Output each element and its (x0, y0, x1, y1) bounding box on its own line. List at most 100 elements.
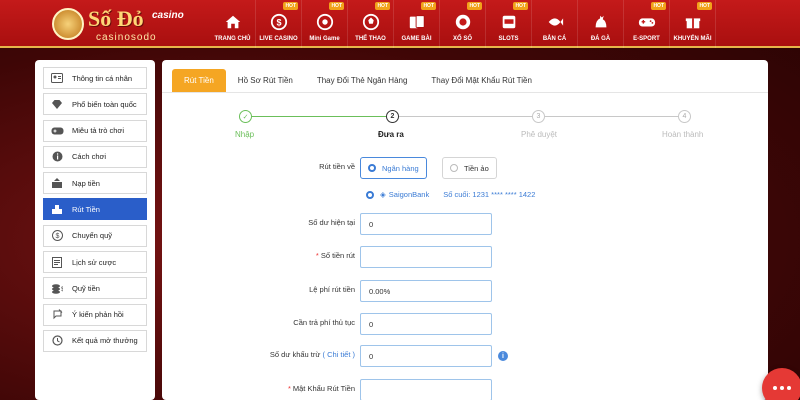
hot-badge: HOT (283, 2, 298, 10)
tab-2[interactable]: Thay Đổi Thẻ Ngân Hàng (305, 69, 420, 92)
sidebar-item-4[interactable]: Nạp tiền (43, 172, 147, 195)
sidebar-item-label: Lịch sử cược (72, 257, 117, 267)
hot-badge: HOT (421, 2, 436, 10)
step-4-dot: 4 (678, 110, 691, 123)
balance-row: Số dư hiện tại 0 (162, 213, 768, 235)
nav-item-9[interactable]: E-SPORT HOT (624, 0, 670, 48)
option-virtual-radio[interactable]: Tiền ảo (442, 157, 497, 179)
account-sidebar: Thông tin cá nhân Phổ biến toàn quốc Miêu … (35, 60, 155, 400)
deduct-label-wrap: Số dư khấu trừ ( Chi tiết ) (270, 350, 355, 359)
sidebar-item-2[interactable]: Miêu tả trò chơi (43, 119, 147, 142)
history-icon (50, 335, 64, 347)
tab-3[interactable]: Thay Đổi Mật Khẩu Rút Tiền (419, 69, 544, 92)
document-list-icon (50, 256, 64, 268)
nav-item-0[interactable]: TRANG CHỦ (210, 0, 256, 48)
bank-account-option[interactable]: ◈ SaigonBank Số cuối: 1231 **** **** 142… (366, 190, 535, 199)
nav-item-label: KHUYẾN MÃI (673, 36, 712, 42)
sidebar-item-5[interactable]: Rút Tiền (43, 198, 147, 221)
brand-subtitle: casinosodo (96, 32, 157, 43)
info-icon (50, 151, 64, 163)
deduct-details-link[interactable]: ( Chi tiết ) (322, 350, 355, 359)
balance-field[interactable]: 0 (360, 213, 492, 235)
step-connector (545, 116, 685, 117)
fee-rate-field[interactable]: 0.00% (360, 280, 492, 302)
lottery-ball-icon (453, 12, 473, 32)
fee-label: Cần trả phí thủ tục (293, 318, 355, 327)
nav-item-10[interactable]: KHUYẾN MÃI HOT (670, 0, 716, 48)
soccer-ball-icon (361, 12, 381, 32)
sidebar-item-label: Thông tin cá nhân (72, 73, 133, 83)
nav-item-label: TRANG CHỦ (214, 36, 251, 42)
sidebar-item-label: Ý kiến phản hồi (72, 310, 124, 320)
nav-item-5[interactable]: XỔ SỐ HOT (440, 0, 486, 48)
sidebar-item-0[interactable]: Thông tin cá nhân (43, 67, 147, 89)
nav-item-1[interactable]: $ LIVE CASINO HOT (256, 0, 302, 48)
sidebar-item-label: Kết quả mở thưởng (72, 336, 138, 346)
deduct-field[interactable]: 0 (360, 345, 492, 367)
step-1-label: Nhập (235, 130, 255, 139)
nav-item-2[interactable]: Mini Game HOT (302, 0, 348, 48)
step-3-label: Phê duyệt (521, 130, 558, 139)
step-4-label: Hoàn thành (662, 130, 704, 139)
required-mark: * (315, 251, 319, 260)
password-input[interactable] (360, 379, 492, 400)
hot-badge: HOT (329, 2, 344, 10)
fish-icon (545, 12, 565, 32)
password-row: * Mật Khẩu Rút Tiền (162, 379, 768, 400)
step-1-dot: ✓ (239, 110, 252, 123)
nav-item-label: SLOTS (498, 36, 519, 42)
id-card-icon (50, 72, 64, 84)
fee-rate-label: Lệ phí rút tiền (309, 285, 355, 294)
tab-0[interactable]: Rút Tiền (172, 69, 226, 92)
sidebar-item-3[interactable]: Cách chơi (43, 145, 147, 168)
required-mark: * (287, 384, 291, 393)
svg-text:$: $ (55, 233, 59, 240)
option-bank-label: Ngân hàng (382, 163, 419, 173)
sidebar-item-7[interactable]: Lịch sử cược (43, 251, 147, 274)
fee-field[interactable]: 0 (360, 313, 492, 335)
roulette-icon (315, 12, 335, 32)
sidebar-item-label: Miêu tả trò chơi (72, 126, 125, 136)
nav-item-3[interactable]: THỂ THAO HOT (348, 0, 394, 48)
withdraw-panel: Rút Tiền Hồ Sơ Rút Tiền Thay Đổi Thẻ Ngân … (162, 60, 768, 400)
bank-name: SaigonBank (388, 190, 430, 199)
feedback-icon (50, 309, 64, 321)
chat-dot-icon (787, 386, 791, 390)
sidebar-item-10[interactable]: Kết quả mở thưởng (43, 329, 147, 352)
sidebar-item-8[interactable]: $ Quỹ tiền (43, 277, 147, 300)
balance-label: Số dư hiện tại (308, 218, 355, 227)
sidebar-item-1[interactable]: Phổ biến toàn quốc (43, 93, 147, 116)
deduct-row: Số dư khấu trừ ( Chi tiết ) 0 i (162, 345, 768, 367)
nav-item-6[interactable]: SLOTS HOT (486, 0, 532, 48)
nav-item-8[interactable]: ĐÁ GÀ (578, 0, 624, 48)
hot-badge: HOT (697, 2, 712, 10)
password-label-wrap: * Mật Khẩu Rút Tiền (288, 384, 355, 393)
info-icon[interactable]: i (498, 351, 508, 361)
casino-chip-icon: $ (269, 12, 289, 32)
nav-item-7[interactable]: BẮN CÁ (532, 0, 578, 48)
amount-label-wrap: * Số tiền rút (316, 251, 355, 260)
gift-icon (683, 12, 703, 32)
chat-dot-icon (773, 386, 777, 390)
nav-item-4[interactable]: GAME BÀI HOT (394, 0, 440, 48)
hot-badge: HOT (375, 2, 390, 10)
tab-1[interactable]: Hồ Sơ Rút Tiền (226, 69, 305, 92)
sidebar-item-9[interactable]: Ý kiến phản hồi (43, 303, 147, 326)
sidebar-item-label: Rút Tiền (72, 204, 100, 214)
withdraw-to-label: Rút tiền về (319, 162, 355, 171)
option-bank-radio[interactable]: Ngân hàng (360, 157, 427, 179)
hot-badge: HOT (467, 2, 482, 10)
progress-steps: ✓ 2 3 4 Nhập Đưa ra Phê duyệt Hoàn thành (162, 106, 768, 146)
sidebar-item-label: Quỹ tiền (72, 283, 100, 293)
brand-logo[interactable]: Số Đỏ casino casinosodo (52, 4, 192, 44)
dollar-circle-icon: $ (50, 230, 64, 242)
amount-input[interactable] (360, 246, 492, 268)
radio-checked-icon (366, 190, 374, 199)
step-3-dot: 3 (532, 110, 545, 123)
home-icon (223, 12, 243, 32)
chat-button[interactable] (762, 368, 800, 400)
radio-checked-icon (368, 164, 376, 172)
coins-icon: $ (50, 282, 64, 294)
sidebar-item-label: Nạp tiền (72, 178, 100, 188)
sidebar-item-6[interactable]: $ Chuyển quỹ (43, 224, 147, 247)
